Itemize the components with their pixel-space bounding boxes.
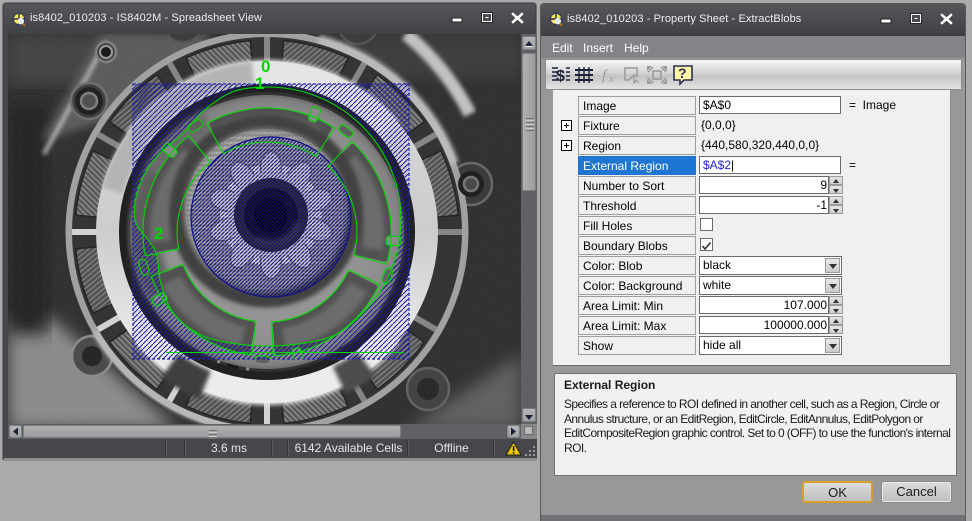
svg-text:x: x	[608, 73, 614, 85]
svg-text:$: $	[556, 68, 565, 85]
svg-text:f: f	[602, 68, 608, 84]
svg-text:2: 2	[154, 224, 163, 243]
svg-text:1: 1	[255, 74, 264, 93]
svg-text:?: ?	[678, 65, 687, 81]
